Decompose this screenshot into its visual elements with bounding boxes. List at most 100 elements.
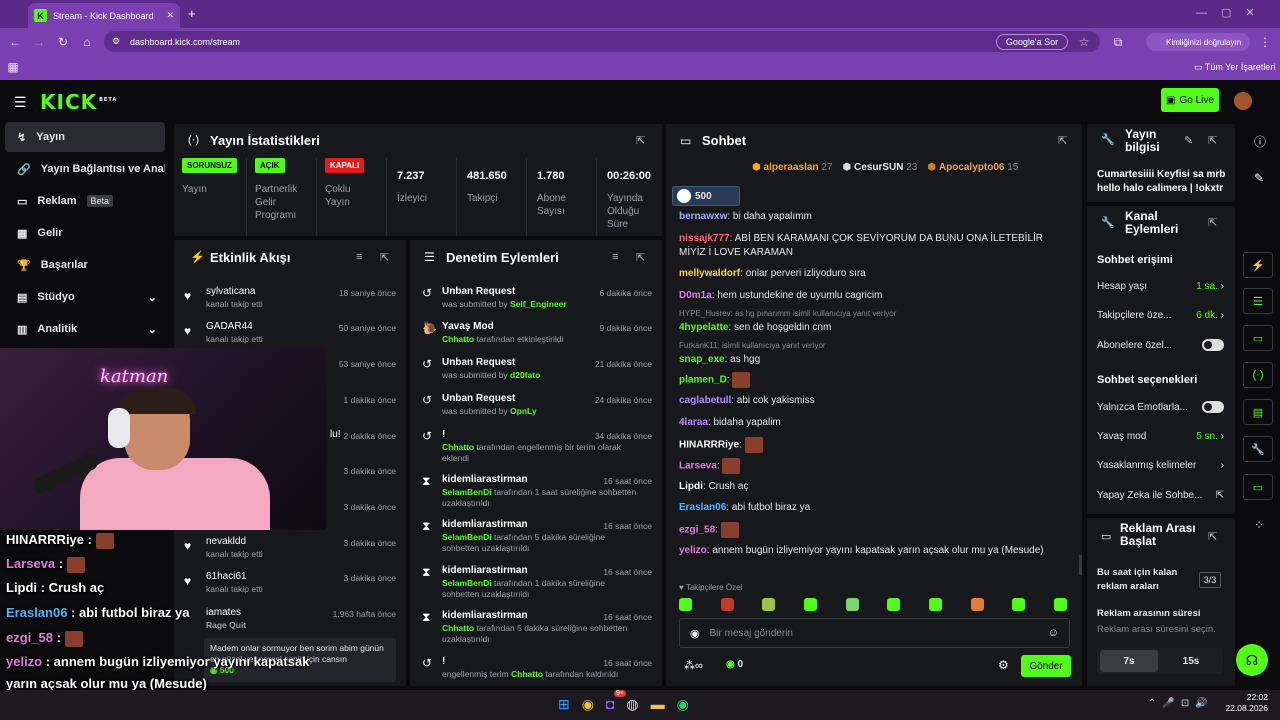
popout-icon[interactable]: ⇱ [1208,216,1217,229]
rail-info-button[interactable]: ▤ [1243,399,1273,425]
chat-username[interactable]: HINARRRiye [679,440,739,451]
emote-icon[interactable] [887,598,901,611]
chat-username[interactable]: Larseva [679,461,717,472]
site-info-icon[interactable]: ⚙ [112,36,120,47]
filter-icon[interactable]: ≡ [356,251,362,263]
chat-username[interactable]: 4hypelatte [679,322,728,333]
popout-icon[interactable]: ⇱ [636,251,645,264]
channel-points[interactable]: ⁂∞ [684,659,703,672]
forward-icon[interactable]: → [30,35,48,49]
chat-username[interactable]: D0m1a [679,290,712,301]
gifter[interactable]: ⬢ CesurSUN 23 [842,162,917,173]
chat-username[interactable]: plamen_D [679,375,727,386]
chat-scrollbar[interactable] [1079,555,1082,575]
avatar[interactable] [1234,92,1252,110]
kick-logo[interactable]: KICK BETA [40,90,117,114]
chat-username[interactable]: ezgi_58 [679,525,715,536]
chat-username[interactable]: Lipdi [679,481,703,492]
steam-icon[interactable]: ◍ [626,696,638,713]
chat-username[interactable]: Eraslan06 [679,502,726,513]
back-icon[interactable]: ← [6,35,24,49]
clock[interactable]: 22:02 22.08.2026 [1224,692,1268,714]
action-user[interactable]: Self_Engineer [510,299,567,309]
ai-chat-row[interactable]: Yapay Zeka ile Sohbe... ⇱ [1097,490,1224,501]
hamburger-icon[interactable]: ☰ [14,94,27,111]
action-user[interactable]: d20fato [510,370,540,380]
action-user[interactable]: SelamBenDi [442,487,492,497]
emote-icon[interactable] [803,598,817,611]
chat-username[interactable]: yelizo [679,545,707,556]
popout-icon[interactable]: ⇱ [1208,530,1217,543]
emoji-icon[interactable]: ☺ [1048,627,1059,639]
followers-only-row[interactable]: Takipçilere öze... 6 dk. › [1097,310,1224,321]
subs-only-toggle[interactable] [1202,339,1224,351]
reload-icon[interactable]: ↻ [54,35,72,49]
send-button[interactable]: Gönder [1021,655,1071,677]
slow-mode-row[interactable]: Yavaş mod 5 sn. › [1097,431,1224,442]
all-bookmarks[interactable]: ▭ Tüm Yer İşaretleri [1194,62,1275,73]
go-live-button[interactable]: ▣ Go Live [1161,88,1219,112]
banned-words-row[interactable]: Yasaklanmış kelimeler › [1097,460,1224,471]
emote-icon[interactable] [845,598,859,611]
subs-only-row[interactable]: Abonelere özel... [1097,339,1224,351]
chat-username[interactable]: snap_exe [679,354,725,365]
sidebar-item-basarilar[interactable]: 🏆 Başarılar [5,250,165,280]
system-tray[interactable]: ⌃🎤⊡🔊 [1148,698,1214,709]
rail-actions-button[interactable]: 🔧 [1243,436,1273,462]
bookmark-star-icon[interactable]: ☆ [1075,35,1093,49]
emote-icon[interactable] [970,598,984,611]
menu-dots-icon[interactable]: ⋮ [1256,35,1274,49]
chat-username[interactable]: mellywaldorf [679,268,740,279]
info-icon[interactable]: ⓘ [1254,133,1266,150]
close-tab-icon[interactable]: ✕ [166,10,174,21]
sidebar-item-reklam[interactable]: ▭ Reklam Beta [5,186,165,216]
popout-icon[interactable]: ⇱ [636,134,645,147]
emote-icon[interactable] [762,598,776,611]
url-field[interactable] [104,31,1100,52]
spotify-icon[interactable]: ◉ [677,696,689,713]
gifter[interactable]: ⬢ alperaaslan 27 [752,162,832,173]
discord-icon[interactable]: ◘ 9+ [606,690,626,713]
rail-stats-button[interactable]: (·) [1243,362,1273,388]
sidebar-item-stream-key[interactable]: 🔗 Yayın Bağlantısı ve Anahtarı [5,154,165,184]
popout-icon[interactable]: ⇱ [380,251,389,264]
duration-option-7s[interactable]: 7s [1100,650,1158,672]
windows-start-icon[interactable]: ⊞ [558,696,570,713]
rail-ad-button[interactable]: ▭ [1243,474,1273,500]
action-user[interactable]: Chhatto [511,669,543,679]
popout-icon[interactable]: ⇱ [1058,134,1067,147]
rail-chat-button[interactable]: ▭ [1243,325,1273,351]
action-user[interactable]: SelamBenDi [442,578,492,588]
sidebar-item-yayin[interactable]: ↯ Yayın [5,122,165,152]
duration-option-15s[interactable]: 15s [1162,650,1220,672]
edit-icon[interactable]: ✎ [1184,134,1193,147]
extensions-icon[interactable]: ⧉ [1109,35,1127,50]
support-button[interactable]: ☊ [1236,644,1268,676]
new-tab-icon[interactable]: + [188,6,196,21]
window-controls[interactable]: —▢✕ [1196,6,1269,19]
apps-grid-icon[interactable]: ▦ [4,60,22,74]
emote-icon[interactable] [720,598,734,611]
pencil-icon[interactable]: ✎ [1254,171,1264,185]
emote-icon[interactable] [1012,598,1026,611]
action-user[interactable]: SelamBenDi [442,532,492,542]
rail-activity-button[interactable]: ⚡ [1243,252,1273,278]
action-user[interactable]: Chhatto [442,623,474,633]
google-ask-button[interactable]: Google'a Sor [996,34,1068,50]
action-user[interactable]: Chhatto [442,334,474,344]
emote-icon[interactable] [679,598,692,611]
chat-username[interactable]: caglabetull [679,395,731,406]
sidebar-item-gelir[interactable]: ▦ Gelir [5,218,165,248]
sidebar-item-studyo[interactable]: ▤ Stüdyo ⌄ [5,282,165,312]
popout-icon[interactable]: ⇱ [1208,134,1217,147]
gifter[interactable]: ⬢ Apocalypto06 15 [927,162,1018,173]
chat-input[interactable]: ◉ Bir mesaj gönderin ☺ [679,618,1070,648]
rail-moderation-button[interactable]: ☰ [1243,288,1273,314]
emote-icon[interactable] [928,598,942,611]
profile-chip[interactable]: Kimliğinizi doğrulayın [1146,33,1250,51]
layout-icon[interactable]: ⁘ [1254,518,1264,532]
account-age-row[interactable]: Hesap yaşı 1 sa. › [1097,281,1224,292]
chat-username[interactable]: nissajk777 [679,233,730,244]
browser-tab[interactable]: K Stream - Kick Dashboard ✕ [28,3,180,28]
chat-settings-gear-icon[interactable]: ⚙ [998,658,1009,672]
